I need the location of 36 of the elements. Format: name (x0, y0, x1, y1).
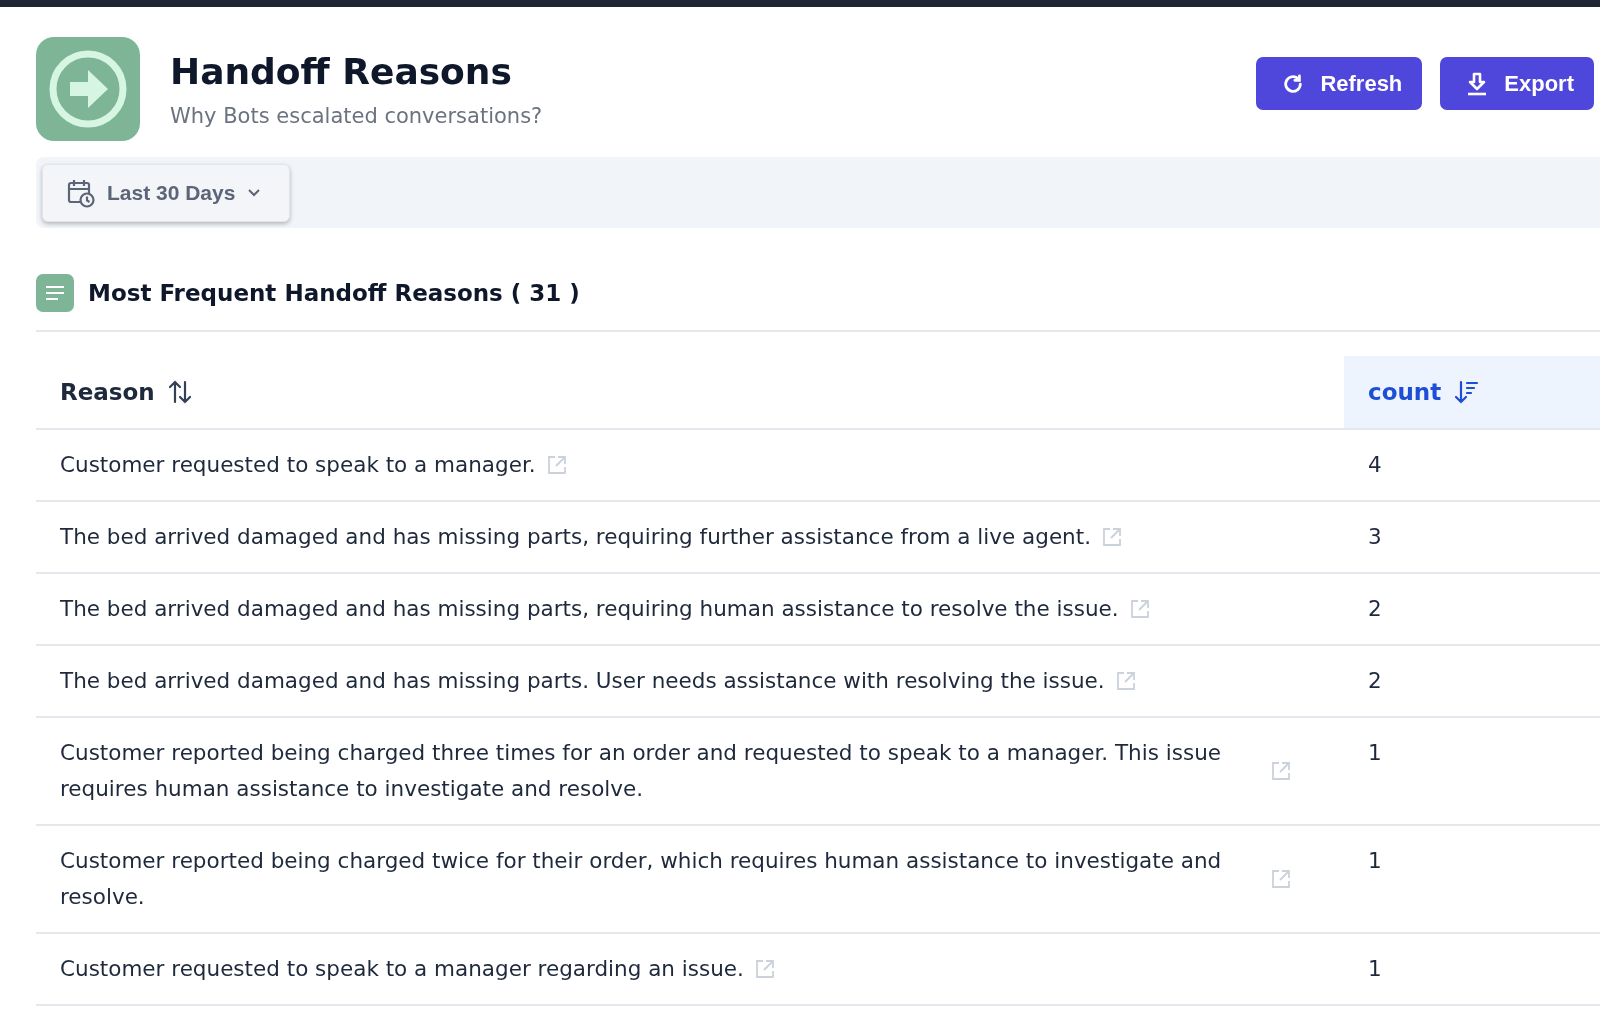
reason-text: The bed arrived damaged and has missing parts, requiring further assistance from a live agent. (60, 523, 1091, 551)
count-text: 1 (1368, 955, 1382, 983)
date-range-dropdown[interactable]: Last 30 Days (42, 163, 290, 222)
sort-icon (166, 379, 193, 405)
reason-text: The bed arrived damaged and has missing parts, requiring human assistance to resolve the issue. (60, 595, 1119, 623)
reason-text: Customer reported being charged twice for their order, which requires human assistance to investigate and resolve. (60, 847, 1223, 911)
download-icon (1466, 71, 1489, 96)
count-text: 4 (1368, 451, 1382, 479)
count-text: 1 (1368, 739, 1382, 767)
external-link-icon[interactable] (1128, 598, 1151, 620)
external-link-icon[interactable] (1270, 868, 1292, 890)
count-text: 1 (1368, 847, 1382, 875)
external-link-icon[interactable] (1101, 526, 1123, 548)
page-subtitle: Why Bots escalated conversations? (170, 103, 544, 128)
sort-descending-icon (1453, 379, 1480, 405)
external-link-icon[interactable] (753, 958, 776, 980)
count-text: 2 (1368, 595, 1382, 623)
external-link-icon[interactable] (1114, 670, 1137, 692)
section-title: Most Frequent Handoff Reasons ( 31 ) (88, 280, 580, 306)
refresh-button[interactable]: Refresh (1256, 57, 1423, 110)
external-link-icon[interactable] (1270, 760, 1292, 782)
count-text: 2 (1368, 667, 1382, 695)
reason-text: Customer reported being charged three times for an order and requested to speak to a manager. This issue requires human assistance to investigate and resolve. (60, 739, 1222, 803)
page-title: Handoff Reasons (170, 50, 513, 92)
reason-text: The bed arrived damaged and has missing parts. User needs assistance with resolving the issue. (60, 667, 1105, 695)
column-header[interactable]: count (1344, 356, 1600, 430)
calendar-clock-icon (67, 177, 95, 208)
external-link-icon[interactable] (545, 454, 568, 476)
chevron-down-icon (247, 187, 262, 198)
reason-text: Customer requested to speak to a manager. (60, 451, 536, 479)
export-button[interactable]: Export (1440, 57, 1594, 110)
refresh-icon (1282, 72, 1305, 95)
count-text: 3 (1368, 523, 1382, 551)
reason-text: Customer requested to speak to a manager regarding an issue. (60, 955, 744, 983)
column-header[interactable]: Reason (36, 356, 1344, 430)
list-icon (36, 274, 74, 312)
